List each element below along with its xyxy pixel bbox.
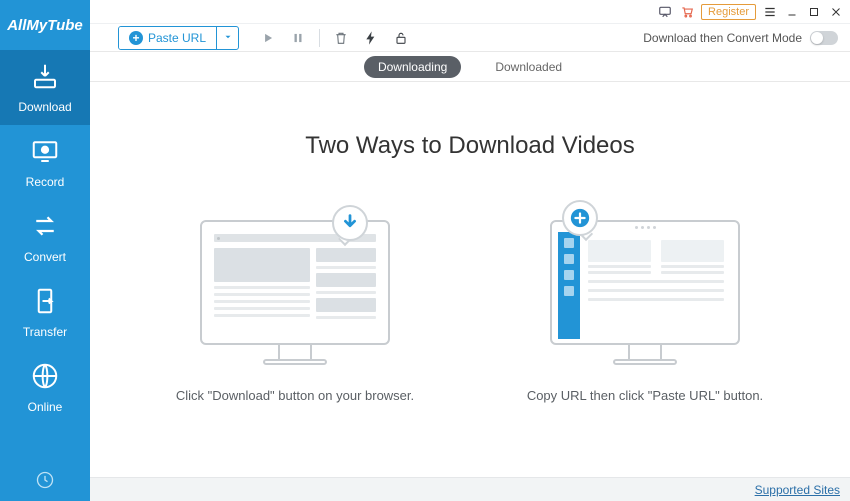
bolt-button[interactable] [362, 29, 380, 47]
feedback-icon[interactable] [657, 4, 673, 20]
sidebar-item-label: Download [18, 100, 71, 114]
method-caption: Click "Download" button on your browser. [176, 387, 414, 405]
minimize-icon[interactable] [784, 4, 800, 20]
sidebar-item-online[interactable]: Online [0, 350, 90, 425]
paste-url-label: Paste URL [148, 31, 206, 45]
separator [319, 29, 320, 47]
paste-url-button[interactable]: + Paste URL [119, 27, 216, 49]
cart-icon[interactable] [679, 4, 695, 20]
sidebar-item-label: Transfer [23, 325, 67, 339]
footer: Supported Sites [90, 477, 850, 501]
sidebar-item-label: Record [26, 175, 65, 189]
unlock-button[interactable] [392, 29, 410, 47]
method-paste-url: Copy URL then click "Paste URL" button. [515, 200, 775, 405]
transfer-icon [30, 286, 60, 319]
sidebar-item-convert[interactable]: Convert [0, 200, 90, 275]
convert-icon [30, 211, 60, 244]
sidebar-item-record[interactable]: Record [0, 125, 90, 200]
plus-circle-icon [562, 200, 598, 236]
convert-mode-toggle[interactable] [810, 31, 838, 45]
sidebar-item-transfer[interactable]: Transfer [0, 275, 90, 350]
maximize-icon[interactable] [806, 4, 822, 20]
empty-state-headline: Two Ways to Download Videos [305, 132, 635, 160]
arrow-down-circle-icon [332, 205, 368, 241]
convert-mode-label: Download then Convert Mode [643, 31, 802, 45]
methods-row: Click "Download" button on your browser. [165, 200, 775, 405]
illustration-app [550, 200, 740, 365]
paste-url-button-group: + Paste URL [118, 26, 239, 50]
empty-state: Two Ways to Download Videos [90, 82, 850, 477]
illustration-browser [200, 200, 390, 365]
menu-icon[interactable] [762, 4, 778, 20]
toolbar-controls [259, 29, 410, 47]
play-button[interactable] [259, 29, 277, 47]
close-icon[interactable] [828, 4, 844, 20]
chevron-down-icon [223, 30, 233, 45]
supported-sites-link[interactable]: Supported Sites [755, 483, 840, 497]
titlebar: Register [90, 0, 850, 24]
tabbar: Downloading Downloaded [90, 52, 850, 82]
sidebar: AllMyTube Download Record Convert [0, 0, 90, 501]
sidebar-item-label: Convert [24, 250, 66, 264]
tab-downloaded[interactable]: Downloaded [481, 56, 576, 78]
register-button[interactable]: Register [701, 4, 756, 20]
record-icon [30, 136, 60, 169]
sidebar-item-label: Online [28, 400, 63, 414]
paste-url-dropdown[interactable] [216, 27, 238, 49]
main-area: Register + Paste URL [90, 0, 850, 501]
app-logo: AllMyTube [0, 0, 90, 50]
clock-icon[interactable] [35, 470, 55, 493]
trash-button[interactable] [332, 29, 350, 47]
pause-button[interactable] [289, 29, 307, 47]
toolbar: + Paste URL Download then Convert Mo [90, 24, 850, 52]
plus-icon: + [129, 31, 143, 45]
toolbar-right: Download then Convert Mode [643, 31, 838, 45]
online-icon [30, 361, 60, 394]
method-caption: Copy URL then click "Paste URL" button. [527, 387, 763, 405]
sidebar-nav: Download Record Convert Transfer [0, 50, 90, 461]
download-icon [30, 61, 60, 94]
sidebar-item-download[interactable]: Download [0, 50, 90, 125]
method-browser: Click "Download" button on your browser. [165, 200, 425, 405]
app-window: AllMyTube Download Record Convert [0, 0, 850, 501]
tab-downloading[interactable]: Downloading [364, 56, 461, 78]
sidebar-bottom [0, 461, 90, 501]
